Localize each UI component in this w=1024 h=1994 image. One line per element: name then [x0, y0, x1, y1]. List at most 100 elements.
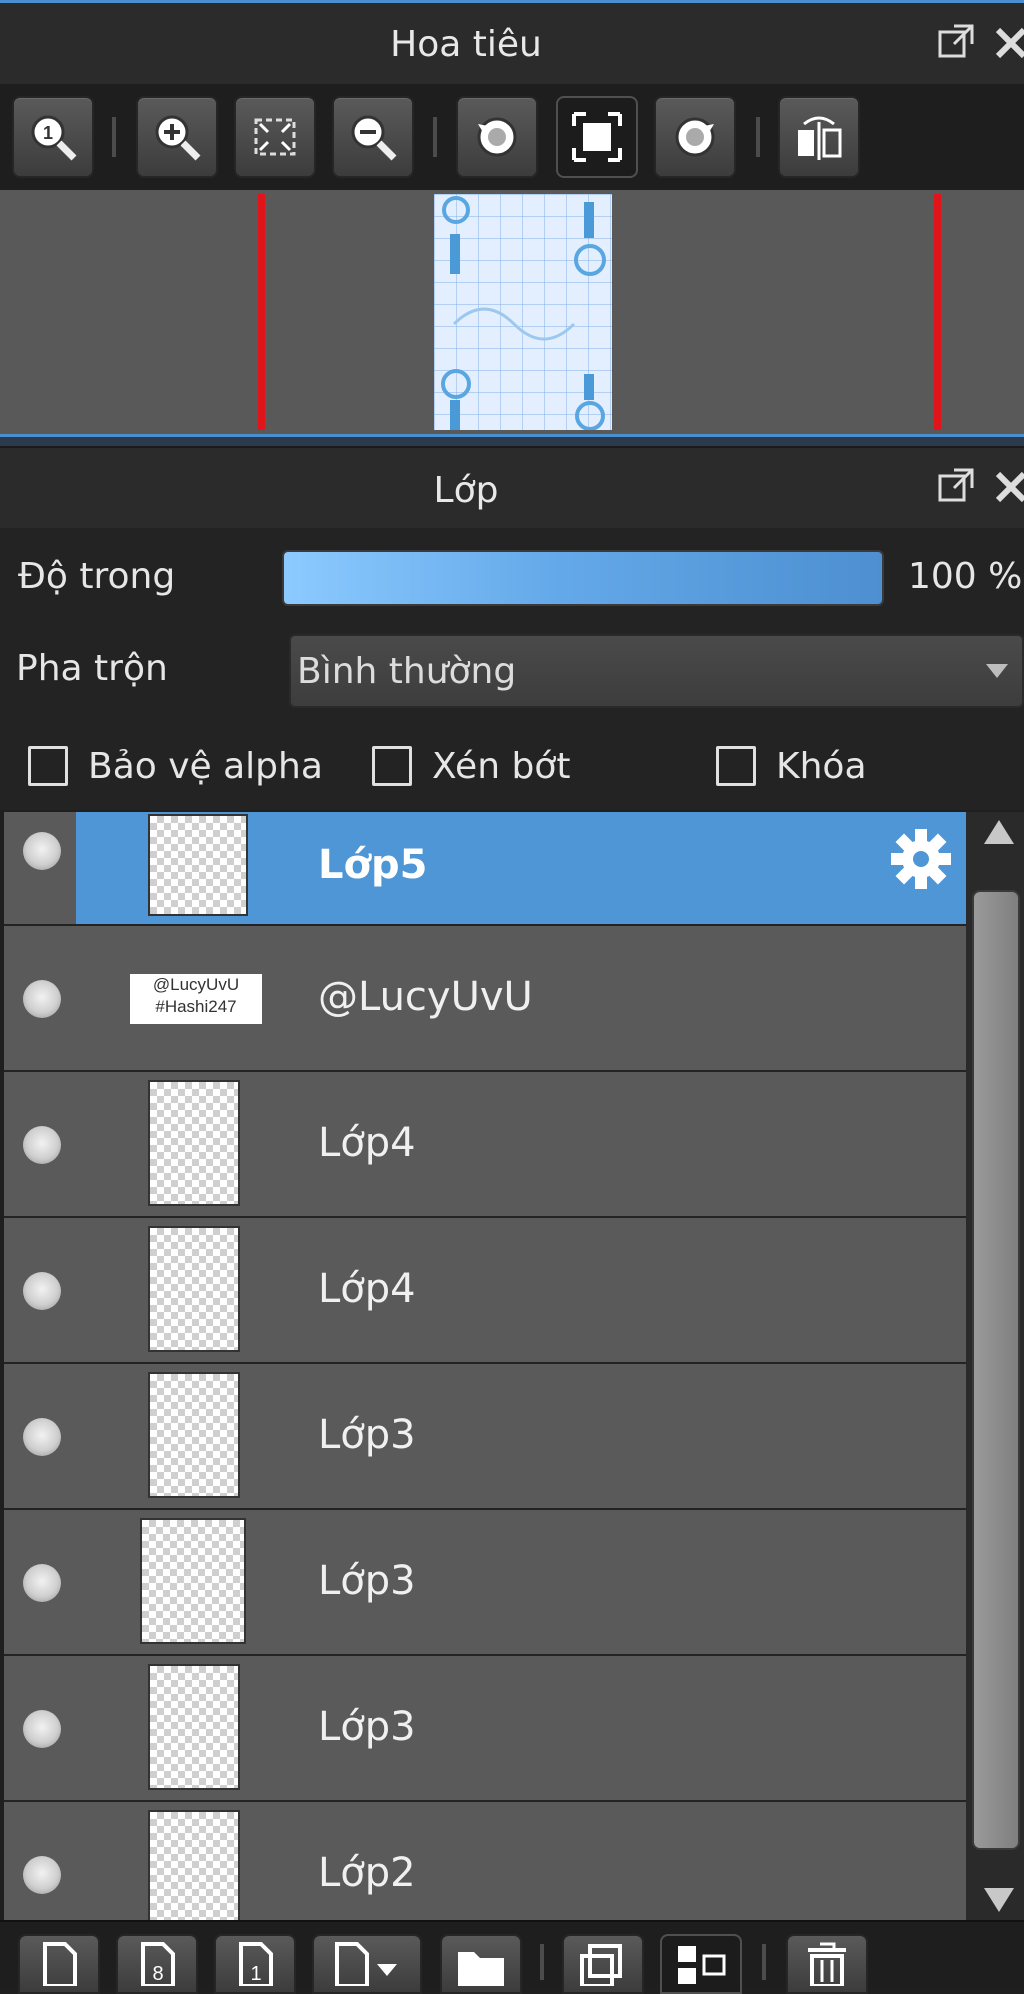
- thumb-text-line: @LucyUvU: [152, 975, 240, 994]
- layer-panel-title: Lớp: [433, 470, 499, 511]
- layer-row[interactable]: Lớp4: [4, 1218, 966, 1364]
- fit-screen-icon: [254, 118, 296, 156]
- trash-icon: [808, 1942, 846, 1986]
- layer-name: Lớp2: [318, 1850, 416, 1896]
- new-layer-icon: [43, 1942, 77, 1986]
- visibility-toggle[interactable]: [23, 1126, 61, 1164]
- blend-mode-value: Bình thường: [297, 651, 517, 692]
- panel-splitter[interactable]: [0, 434, 1024, 448]
- visibility-toggle[interactable]: [23, 1856, 61, 1894]
- layer-row[interactable]: Lớp2: [4, 1802, 966, 1920]
- add-layer-menu-button[interactable]: [312, 1934, 422, 1994]
- layer-row[interactable]: Lớp5: [4, 812, 966, 926]
- new-layer-8bit-icon: 8: [141, 1942, 175, 1986]
- visibility-toggle[interactable]: [23, 1272, 61, 1310]
- zoom-in-button[interactable]: [136, 96, 218, 178]
- fullscreen-button[interactable]: [556, 96, 638, 178]
- view-boundary-right: [934, 194, 941, 430]
- add-layer-menu-icon: [335, 1942, 397, 1986]
- new-layer-8bit-button[interactable]: 8: [116, 1934, 198, 1994]
- duplicate-layer-button[interactable]: [562, 1934, 644, 1994]
- rotate-left-button[interactable]: [456, 96, 538, 178]
- rotate-right-button[interactable]: [654, 96, 736, 178]
- layer-thumbnail: [148, 1226, 240, 1352]
- layer-row[interactable]: Lớp3: [4, 1510, 966, 1656]
- zoom-out-icon: [351, 115, 397, 161]
- protect-alpha-label: Bảo vệ alpha: [88, 746, 323, 787]
- layer-name: Lớp5: [318, 842, 428, 888]
- zoom-out-button[interactable]: [332, 96, 414, 178]
- layer-row[interactable]: Lớp3: [4, 1656, 966, 1802]
- scrollbar-thumb[interactable]: [972, 890, 1020, 1850]
- new-layer-1bit-button[interactable]: 1: [214, 1934, 296, 1994]
- folder-icon: [458, 1952, 504, 1986]
- layer-thumbnail: [148, 814, 248, 916]
- new-layer-button[interactable]: [18, 1934, 100, 1994]
- delete-layer-button[interactable]: [786, 1934, 868, 1994]
- zoom-in-icon: [155, 115, 201, 161]
- layer-thumbnail: [148, 1664, 240, 1790]
- clipping-label: Xén bớt: [432, 746, 571, 787]
- rotate-left-icon: [477, 117, 517, 157]
- visibility-toggle[interactable]: [23, 1418, 61, 1456]
- layer-thumbnail: [148, 1372, 240, 1498]
- chevron-down-icon: [986, 664, 1008, 678]
- scroll-down-icon[interactable]: [984, 1888, 1014, 1912]
- rotate-right-icon: [675, 117, 715, 157]
- svg-text:1: 1: [250, 1963, 261, 1985]
- layer-thumbnail: [140, 1518, 246, 1644]
- layer-thumbnail: @LucyUvU #Hashi247: [130, 974, 262, 1024]
- opacity-value: 100 %: [908, 556, 1023, 597]
- blend-mode-label: Pha trộn: [16, 648, 168, 689]
- duplicate-layer-icon: [580, 1944, 622, 1986]
- toolbar-separator: [540, 1944, 544, 1980]
- toolbar-separator: [756, 117, 760, 157]
- layer-list: Lớp5 @LucyUvU #Hashi247 @LucyUvU Lớp4 Lớ…: [4, 812, 966, 1920]
- lock-checkbox[interactable]: [716, 746, 756, 786]
- visibility-toggle[interactable]: [23, 832, 61, 870]
- fit-screen-button[interactable]: [234, 96, 316, 178]
- zoom-actual-button[interactable]: 1: [12, 96, 94, 178]
- layer-name: Lớp3: [318, 1412, 416, 1458]
- thumb-text-line: #Hashi247: [155, 997, 237, 1016]
- layer-name: Lớp4: [318, 1266, 416, 1312]
- canvas-preview: [434, 194, 612, 431]
- merge-down-button[interactable]: [660, 1934, 742, 1994]
- svg-text:1: 1: [43, 123, 53, 143]
- toolbar-separator: [112, 117, 116, 157]
- close-icon[interactable]: [994, 22, 1024, 62]
- layer-row[interactable]: Lớp4: [4, 1072, 966, 1218]
- layer-name: Lớp4: [318, 1120, 416, 1166]
- close-icon[interactable]: [994, 466, 1024, 506]
- layer-thumbnail: [148, 1810, 240, 1920]
- layer-name: @LucyUvU: [318, 974, 533, 1020]
- opacity-slider[interactable]: [282, 550, 884, 606]
- layer-name: Lớp3: [318, 1558, 416, 1604]
- blend-mode-select[interactable]: Bình thường: [289, 634, 1024, 708]
- layer-name: Lớp3: [318, 1704, 416, 1750]
- layer-row[interactable]: @LucyUvU #Hashi247 @LucyUvU: [4, 926, 966, 1072]
- new-layer-1bit-icon: 1: [239, 1942, 273, 1986]
- layer-row[interactable]: Lớp3: [4, 1364, 966, 1510]
- toolbar-separator: [762, 1944, 766, 1980]
- new-folder-button[interactable]: [440, 1934, 522, 1994]
- merge-down-icon: [678, 1946, 726, 1984]
- visibility-toggle[interactable]: [23, 1564, 61, 1602]
- toolbar-separator: [433, 117, 437, 157]
- visibility-toggle[interactable]: [23, 1710, 61, 1748]
- svg-text:8: 8: [152, 1963, 163, 1985]
- navigator-title: Hoa tiêu: [390, 24, 542, 65]
- visibility-toggle[interactable]: [23, 980, 61, 1018]
- flip-horizontal-button[interactable]: [778, 96, 860, 178]
- scroll-up-icon[interactable]: [984, 820, 1014, 844]
- layer-thumbnail: [148, 1080, 240, 1206]
- protect-alpha-checkbox[interactable]: [28, 746, 68, 786]
- zoom-actual-icon: 1: [31, 115, 77, 161]
- undock-icon[interactable]: [936, 22, 976, 62]
- clipping-checkbox[interactable]: [372, 746, 412, 786]
- gear-icon[interactable]: [888, 826, 954, 892]
- view-boundary-left: [258, 194, 265, 430]
- fullscreen-icon: [572, 112, 622, 162]
- undock-icon[interactable]: [936, 466, 976, 506]
- flip-horizontal-icon: [798, 116, 842, 160]
